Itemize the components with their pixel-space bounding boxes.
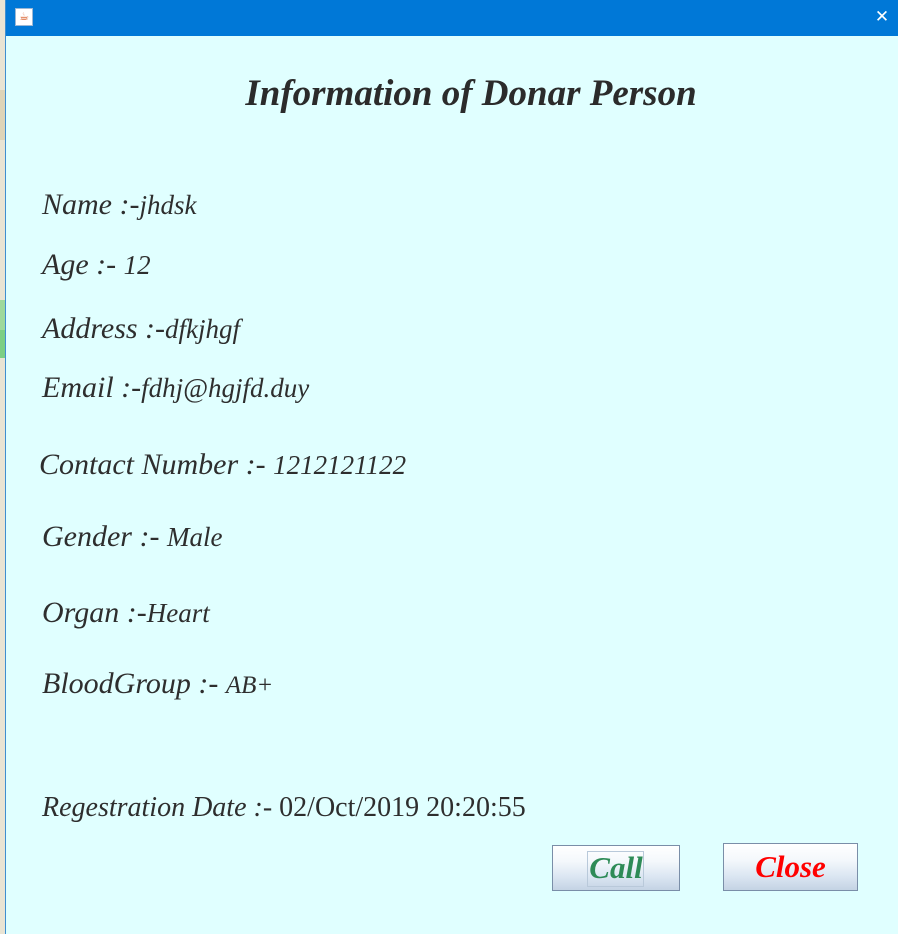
- address-value: dfkjhgf: [165, 314, 241, 344]
- name-row: Name :-jhdsk: [42, 188, 196, 222]
- email-label: Email :-: [42, 371, 142, 404]
- call-button[interactable]: Call: [552, 845, 680, 891]
- address-row: Address :-dfkjhgf: [42, 312, 240, 346]
- gender-value: Male: [166, 522, 223, 552]
- gender-label: Gender :-: [42, 520, 167, 553]
- age-label: Age :-: [42, 248, 124, 281]
- blood-group-row: BloodGroup :- AB+: [42, 667, 273, 701]
- page-title: Information of Donar Person: [245, 73, 697, 114]
- java-cup-icon: ☕: [15, 8, 33, 26]
- registration-row: Regestration Date :- 02/Oct/2019 20:20:5…: [42, 792, 526, 824]
- age-value: 12: [123, 250, 151, 280]
- gender-row: Gender :- Male: [42, 520, 222, 554]
- name-value: jhdsk: [139, 190, 197, 220]
- email-value: fdhj@hgjfd.duy: [141, 373, 310, 403]
- email-row: Email :-fdhj@hgjfd.duy: [42, 371, 309, 405]
- name-label: Name :-: [42, 188, 140, 221]
- registration-label: Regestration Date :-: [42, 792, 280, 823]
- close-icon[interactable]: ✕: [871, 6, 893, 28]
- registration-value: 02/Oct/2019 20:20:55: [279, 792, 526, 823]
- close-button-label: Close: [755, 849, 826, 884]
- focus-ring: [587, 851, 644, 887]
- address-label: Address :-: [42, 312, 166, 345]
- organ-value: Heart: [146, 598, 210, 628]
- contact-row: Contact Number :- 1212121122: [39, 448, 406, 482]
- contact-label: Contact Number :-: [39, 448, 274, 481]
- close-button[interactable]: Close: [723, 843, 858, 891]
- blood-group-label: BloodGroup :-: [42, 667, 226, 700]
- age-row: Age :- 12: [42, 248, 151, 282]
- organ-row: Organ :-Heart: [42, 596, 210, 630]
- title-bar[interactable]: ☕ ✕: [6, 0, 898, 36]
- contact-value: 1212121122: [273, 450, 407, 480]
- blood-group-value: AB+: [225, 672, 274, 699]
- donor-info-window: ☕ ✕ Information of Donar Person Name :-j…: [5, 0, 898, 934]
- organ-label: Organ :-: [42, 596, 147, 629]
